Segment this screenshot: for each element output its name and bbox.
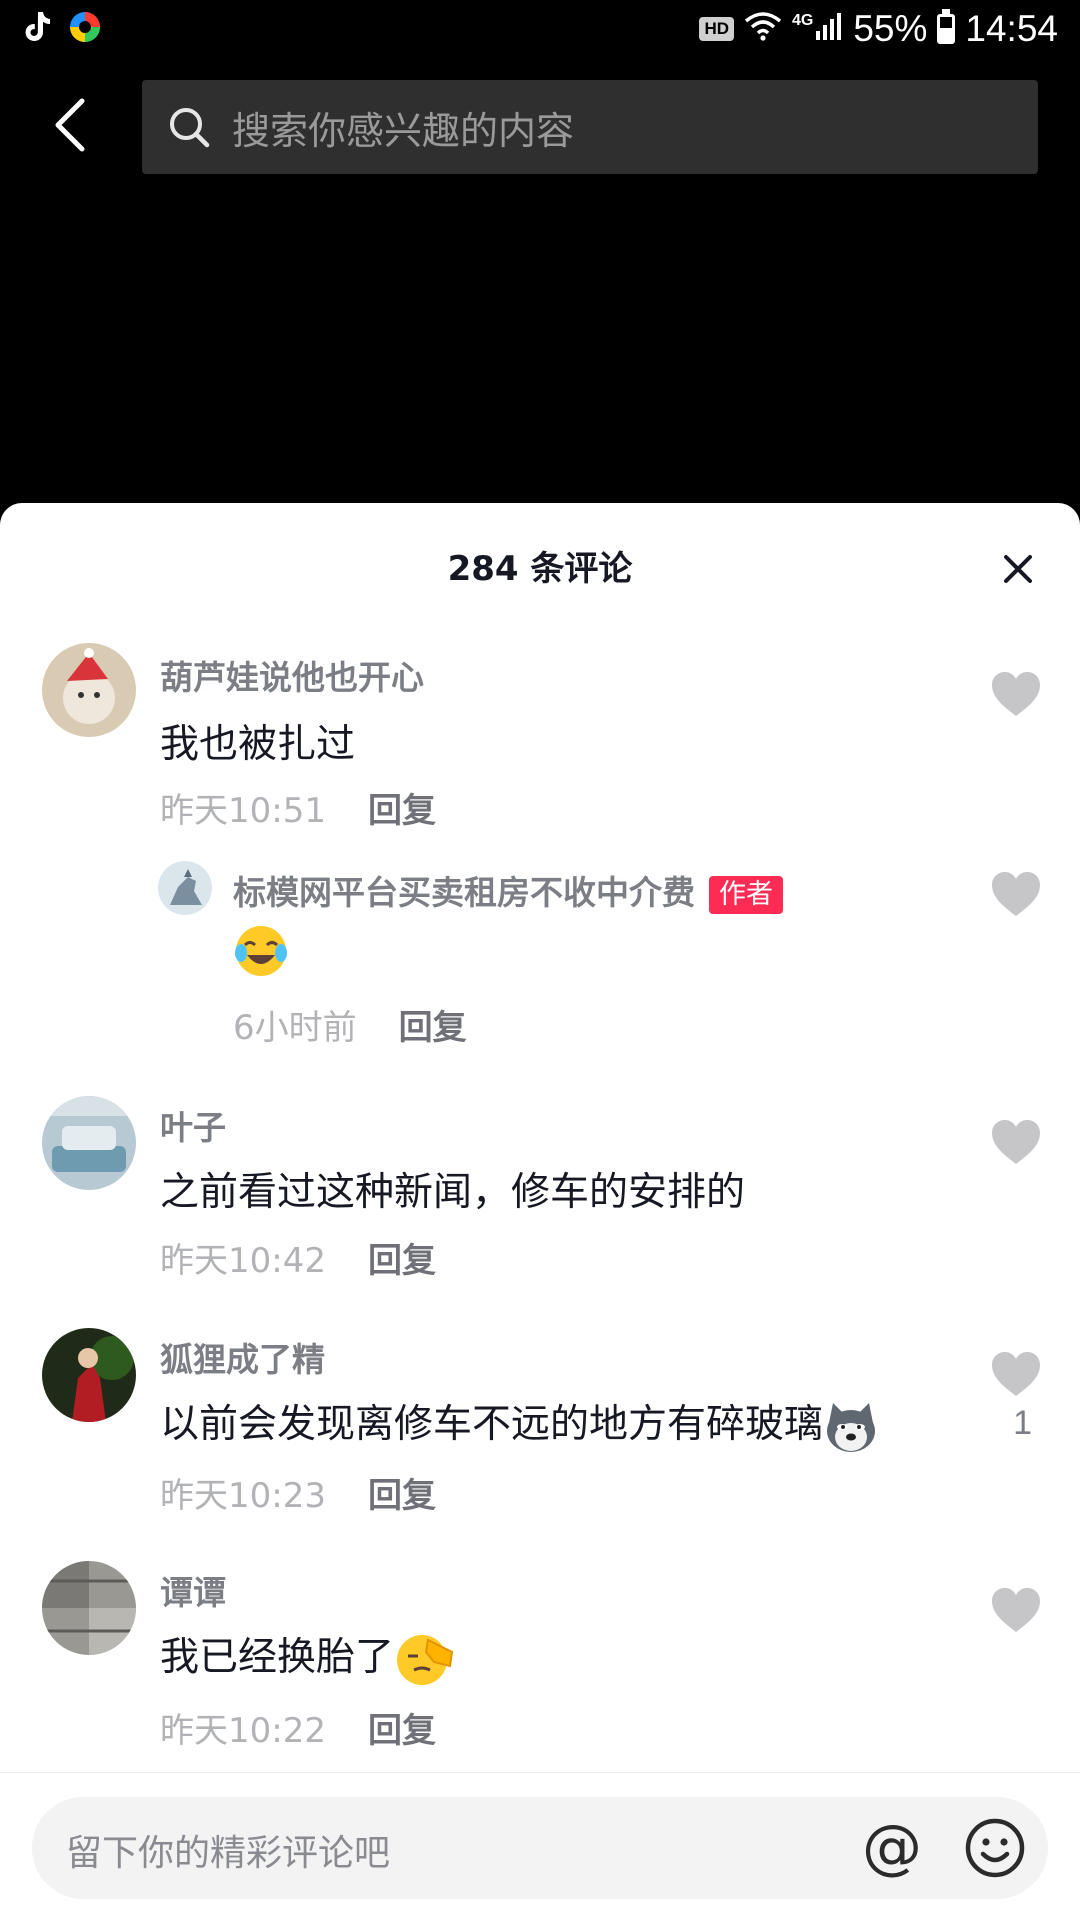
reply-button[interactable]: 回复 (368, 1468, 436, 1517)
tiktok-icon (22, 10, 52, 48)
comment-username[interactable]: 叶子 (160, 1101, 226, 1149)
comment-time: 昨天10:22 (160, 1711, 326, 1751)
search-input[interactable]: 搜索你感兴趣的内容 (142, 80, 1038, 174)
wifi-icon (744, 8, 782, 50)
comment-username: 标模网平台买卖租房不收中介费 作者 (233, 866, 783, 914)
search-icon (166, 104, 212, 150)
comment-input-placeholder: 留下你的精彩评论吧 (66, 1833, 391, 1874)
avatar[interactable] (42, 1328, 136, 1422)
cell-signal-icon (815, 8, 843, 50)
chevron-left-icon (55, 98, 85, 152)
laughing-crying-emoji (235, 926, 287, 976)
comment-time: 昨天10:23 (160, 1476, 326, 1516)
like-count: 1 (1013, 1404, 1032, 1442)
comment-text: 之前看过这种新闻，修车的安排的 (160, 1170, 746, 1215)
heart-icon[interactable] (990, 1350, 1042, 1398)
comment-meta: 昨天10:22 回复 (160, 1703, 436, 1752)
close-icon (1004, 555, 1032, 583)
facepalm-emoji (397, 1634, 454, 1685)
status-left (22, 10, 102, 48)
comment-username[interactable]: 葫芦娃说他也开心 (160, 651, 424, 699)
battery-icon (937, 9, 956, 44)
comment-text: 我也被扎过 (160, 722, 356, 767)
comment-meta: 昨天10:51 回复 (160, 783, 436, 832)
comment-meta: 昨天10:23 回复 (160, 1468, 436, 1517)
search-placeholder: 搜索你感兴趣的内容 (232, 108, 575, 153)
back-button[interactable] (40, 90, 100, 160)
comment-time: 昨天10:51 (160, 791, 326, 831)
reply-button[interactable]: 回复 (399, 1000, 467, 1049)
comment-meta: 昨天10:42 回复 (160, 1233, 436, 1282)
comment-text-content: 我已经换胎了 (160, 1635, 395, 1680)
mention-button[interactable]: @ (862, 1815, 922, 1879)
comment-text: 我已经换胎了 (160, 1626, 456, 1688)
emoji-picker-icon[interactable] (964, 1817, 1026, 1879)
heart-icon[interactable] (990, 870, 1042, 918)
comment-time: 6小时前 (233, 1008, 357, 1048)
comment-username[interactable]: 狐狸成了精 (160, 1333, 325, 1381)
avatar[interactable] (42, 643, 136, 737)
husky-emoji (827, 1402, 876, 1452)
avatar[interactable] (42, 1561, 136, 1655)
comment-composer: 留下你的精彩评论吧 @ (0, 1772, 1080, 1920)
reply-button[interactable]: 回复 (368, 1233, 436, 1282)
heart-icon[interactable] (990, 1586, 1042, 1634)
author-badge: 作者 (709, 875, 783, 914)
heart-icon[interactable] (990, 670, 1042, 718)
screen: HD 4G 55% 14:54 搜索你感兴趣的内容 284 条评论 葫芦娃说他也… (0, 0, 1080, 1920)
status-bar: HD 4G 55% 14:54 (0, 0, 1080, 62)
comment-username[interactable]: 谭谭 (160, 1566, 226, 1614)
comment-time: 昨天10:42 (160, 1241, 326, 1281)
comment-count-title: 284 条评论 (447, 549, 633, 589)
comment-text (233, 923, 289, 979)
reply-username[interactable]: 标模网平台买卖租房不收中介费 (233, 873, 695, 912)
avatar[interactable] (42, 1096, 136, 1190)
comment-sheet: 284 条评论 葫芦娃说他也开心 我也被扎过 昨天10:51 回复 标模网平台买… (0, 503, 1080, 1920)
hd-badge: HD (699, 17, 734, 41)
avatar[interactable] (158, 861, 212, 915)
reply-button[interactable]: 回复 (368, 783, 436, 832)
network-type-label: 4G (792, 12, 814, 29)
comment-input[interactable]: 留下你的精彩评论吧 @ (32, 1797, 1048, 1899)
status-right: HD 4G 55% 14:54 (699, 8, 1058, 50)
comment-text: 以前会发现离修车不远的地方有碎玻璃 (160, 1393, 879, 1455)
clock: 14:54 (965, 8, 1058, 49)
close-button[interactable] (992, 543, 1044, 595)
app-logo-icon (68, 10, 102, 48)
reply-button[interactable]: 回复 (368, 1703, 436, 1752)
heart-icon[interactable] (990, 1118, 1042, 1166)
comment-meta: 6小时前 回复 (233, 1000, 467, 1049)
battery-percent: 55% (853, 8, 928, 49)
comment-text-content: 以前会发现离修车不远的地方有碎玻璃 (160, 1402, 824, 1447)
